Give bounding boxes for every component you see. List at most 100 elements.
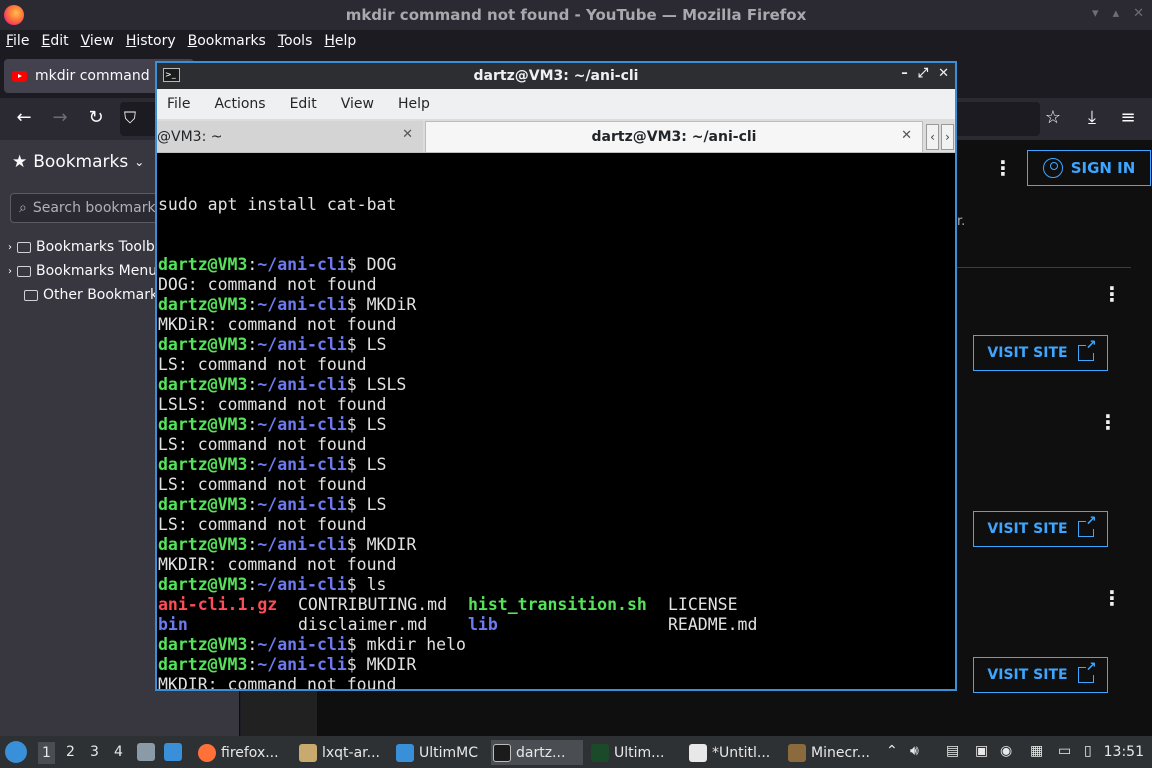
taskbar-item-firefox[interactable]: firefox... bbox=[196, 740, 292, 765]
menu-help[interactable]: Help bbox=[324, 33, 356, 49]
ad-options-icon[interactable]: ⋮ bbox=[1102, 588, 1122, 608]
forward-arrow-icon[interactable]: → bbox=[48, 107, 72, 128]
shield-icon[interactable]: ⛉ bbox=[124, 108, 136, 128]
taskbar-item-ultimmc-folder[interactable]: UltimMC bbox=[394, 740, 486, 765]
terminal-window[interactable]: >_ dartz@VM3: ~/ani-cli – ⤢ ✕ File Actio… bbox=[155, 61, 957, 691]
ls-entry: disclaimer.md bbox=[298, 615, 428, 634]
youtube-favicon-icon bbox=[12, 70, 27, 82]
display-icon[interactable]: ▭ bbox=[1058, 743, 1071, 759]
terminal-titlebar[interactable]: >_ dartz@VM3: ~/ani-cli – ⤢ ✕ bbox=[157, 63, 955, 89]
sidebar-title: Bookmarks bbox=[33, 152, 129, 172]
typed-command: MKDIR bbox=[366, 655, 417, 674]
prompt-user: dartz@VM3 bbox=[158, 535, 248, 554]
close-tab-icon[interactable]: ✕ bbox=[402, 127, 413, 142]
menu-edit[interactable]: Edit bbox=[41, 33, 68, 49]
terminal-menu-actions[interactable]: Actions bbox=[214, 96, 265, 112]
visit-site-button[interactable]: VISIT SITE bbox=[973, 511, 1108, 547]
menu-history[interactable]: History bbox=[126, 33, 176, 49]
sidebar-item-label: Bookmarks Toolb bbox=[36, 239, 155, 255]
prompt-user: dartz@VM3 bbox=[158, 255, 248, 274]
taskbar-item-minecraft[interactable]: Minecr... bbox=[786, 740, 876, 765]
terminal-output[interactable]: sudo apt install cat-bat dartz@VM3:~/ani… bbox=[157, 154, 955, 689]
sidebar-header[interactable]: ★ Bookmarks ⌄ bbox=[12, 152, 144, 172]
terminal-menu-file[interactable]: File bbox=[167, 96, 190, 112]
terminal-tab-home[interactable]: @VM3: ~ ✕ bbox=[157, 121, 423, 152]
network-icon[interactable]: ▣ bbox=[975, 743, 988, 759]
close-icon[interactable]: ✕ bbox=[938, 66, 949, 81]
taskbar-item-label: lxqt-ar... bbox=[322, 744, 381, 761]
archive-icon bbox=[299, 743, 317, 762]
taskbar-item-ultimmc-terminal[interactable]: Ultim... bbox=[589, 740, 681, 765]
tab-scroll-left-icon[interactable]: ‹ bbox=[926, 124, 939, 150]
ls-entry: lib bbox=[468, 615, 498, 634]
firefox-titlebar[interactable]: mkdir command not found - YouTube — Mozi… bbox=[0, 0, 1152, 30]
reload-icon[interactable]: ↻ bbox=[84, 107, 108, 128]
terminal-menu-view[interactable]: View bbox=[341, 96, 374, 112]
back-arrow-icon[interactable]: ← bbox=[12, 107, 36, 128]
restore-icon[interactable]: ⤢ bbox=[918, 66, 928, 81]
tab-scroll-right-icon[interactable]: › bbox=[941, 124, 954, 150]
terminal-menu-help[interactable]: Help bbox=[398, 96, 430, 112]
terminal-prompt-line: dartz@VM3:~/ani-cli$ LSLS bbox=[158, 375, 955, 395]
clipboard-icon[interactable]: ▤ bbox=[946, 743, 959, 759]
chevron-right-icon[interactable]: › bbox=[8, 266, 12, 277]
more-options-icon[interactable]: ⋮ bbox=[993, 158, 1013, 178]
minimize-icon[interactable]: ▾ bbox=[1092, 6, 1099, 21]
show-desktop-icon[interactable] bbox=[164, 743, 182, 761]
firefox-icon bbox=[198, 743, 216, 762]
prompt-user: dartz@VM3 bbox=[158, 415, 248, 434]
terminal-menu-edit[interactable]: Edit bbox=[290, 96, 317, 112]
ad-options-icon[interactable]: ⋮ bbox=[1098, 412, 1118, 432]
hamburger-menu-icon[interactable]: ≡ bbox=[1116, 107, 1140, 128]
visit-site-button[interactable]: VISIT SITE bbox=[973, 657, 1108, 693]
workspace-3[interactable]: 3 bbox=[90, 744, 99, 760]
terminal-prompt-line: dartz@VM3:~/ani-cli$ MKDIR bbox=[158, 535, 955, 555]
visit-site-label: VISIT SITE bbox=[987, 667, 1068, 683]
battery-icon[interactable]: ▯ bbox=[1084, 743, 1092, 759]
typed-command: LS bbox=[366, 415, 387, 434]
star-icon: ★ bbox=[12, 152, 28, 172]
prompt-dollar: $ bbox=[346, 635, 367, 654]
maximize-icon[interactable]: ▴ bbox=[1113, 6, 1120, 21]
workspace-1[interactable]: 1 bbox=[38, 742, 55, 764]
menu-tools[interactable]: Tools bbox=[278, 33, 313, 49]
visit-site-button[interactable]: VISIT SITE bbox=[973, 335, 1108, 371]
tray-arrow-icon[interactable]: ⌃ bbox=[886, 743, 898, 759]
minimize-icon[interactable]: – bbox=[901, 66, 908, 81]
close-tab-icon[interactable]: ✕ bbox=[901, 128, 912, 143]
typed-command: ls bbox=[366, 575, 387, 594]
workspace-2[interactable]: 2 bbox=[66, 744, 75, 760]
search-icon: ⌕ bbox=[19, 200, 27, 216]
updates-icon[interactable]: ▦ bbox=[1030, 743, 1043, 759]
download-icon[interactable]: ⤓ bbox=[1080, 107, 1104, 128]
chevron-right-icon[interactable]: › bbox=[8, 242, 12, 253]
taskbar-item-terminal[interactable]: dartz... bbox=[491, 740, 583, 765]
command-output: MKDIR: command not found bbox=[158, 675, 397, 689]
ad-options-icon[interactable]: ⋮ bbox=[1102, 284, 1122, 304]
firefox-window-title: mkdir command not found - YouTube — Mozi… bbox=[345, 6, 807, 24]
bookmark-star-icon[interactable]: ☆ bbox=[1041, 107, 1065, 128]
prompt-user: dartz@VM3 bbox=[158, 575, 248, 594]
terminal-tab-ani-cli[interactable]: dartz@VM3: ~/ani-cli ✕ bbox=[425, 121, 923, 152]
menu-file[interactable]: File bbox=[6, 33, 29, 49]
external-link-icon bbox=[1077, 515, 1097, 537]
menu-view[interactable]: View bbox=[81, 33, 114, 49]
sign-in-button[interactable]: SIGN IN bbox=[1027, 150, 1151, 186]
taskbar-item-archiver[interactable]: lxqt-ar... bbox=[297, 740, 389, 765]
taskbar-item-label: Minecr... bbox=[811, 744, 870, 761]
volume-icon[interactable]: 🔊︎ bbox=[910, 743, 919, 759]
sign-in-label: SIGN IN bbox=[1070, 159, 1136, 177]
menu-bookmarks[interactable]: Bookmarks bbox=[188, 33, 266, 49]
prompt-separator: : bbox=[247, 455, 258, 474]
start-menu-icon[interactable] bbox=[5, 741, 27, 763]
workspace-4[interactable]: 4 bbox=[114, 744, 123, 760]
terminal-green-icon bbox=[591, 743, 609, 762]
taskbar-item-text-editor[interactable]: *Untitl... bbox=[687, 740, 781, 765]
close-icon[interactable]: ✕ bbox=[1133, 6, 1144, 21]
prompt-path: ~/ani-cli bbox=[257, 295, 347, 314]
file-manager-icon[interactable] bbox=[137, 743, 155, 761]
prompt-user: dartz@VM3 bbox=[158, 295, 248, 314]
terminal-line: sudo apt install cat-bat bbox=[158, 195, 397, 214]
notification-icon[interactable]: ◉ bbox=[1000, 743, 1012, 759]
external-link-icon bbox=[1077, 661, 1097, 683]
